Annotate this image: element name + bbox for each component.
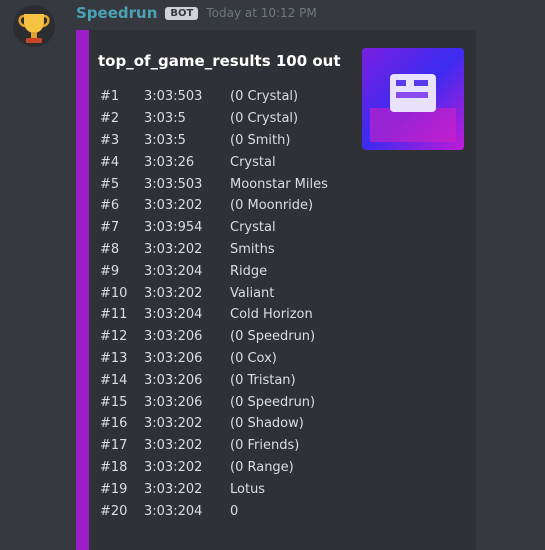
score-label: 3:03:206 [144,329,203,345]
message-header: Speedrun BOT Today at 10:12 PM [76,2,317,24]
score-label: 3:03:503 [144,89,203,105]
leaderboard-row: #14 3:03:206 (0 Tristan) [100,369,360,391]
leaderboard-row: #6 3:03:202 (0 Moonride) [100,195,360,217]
game-cover-icon [362,48,464,150]
rank-label: #17 [100,438,128,454]
leaderboard-row: #16 3:03:202 (0 Shadow) [100,413,360,435]
score-label: 3:03:503 [144,176,203,192]
player-name: (0 Speedrun) [230,394,316,410]
player-name: Valiant [230,285,275,301]
player-name: Ridge [230,263,268,279]
rank-label: #2 [100,111,120,127]
rank-label: #7 [100,220,120,236]
rank-label: #9 [100,263,120,279]
player-name: Moonstar Miles [230,176,328,192]
player-name: Lotus [230,481,266,497]
player-name: Cold Horizon [230,307,313,323]
leaderboard-row: #3 3:03:5 (0 Smith) [100,130,360,152]
embed-thumbnail[interactable] [362,48,464,150]
rank-label: #14 [100,372,128,388]
score-label: 3:03:954 [144,220,203,236]
embed: top_of_game_results 100 out #1 3:03:503 (0… [76,30,476,550]
rank-label: #13 [100,350,128,366]
score-label: 3:03:202 [144,481,203,497]
score-label: 3:03:202 [144,416,203,432]
timestamp: Today at 10:12 PM [206,6,317,20]
rank-label: #12 [100,329,128,345]
player-name: (0 Friends) [230,438,300,454]
player-name: (0 Crystal) [230,89,299,105]
score-label: 3:03:26 [144,154,195,170]
score-label: 3:03:5 [144,111,186,127]
player-name: 0 [230,503,239,519]
leaderboard-row: #20 3:03:204 0 [100,500,360,522]
leaderboard-row: #9 3:03:204 Ridge [100,260,360,282]
player-name: (0 Shadow) [230,416,304,432]
player-name: (0 Range) [230,459,294,475]
rank-label: #1 [100,89,120,105]
leaderboard-row: #18 3:03:202 (0 Range) [100,457,360,479]
leaderboard-row: #13 3:03:206 (0 Cox) [100,348,360,370]
leaderboard-row: #7 3:03:954 Crystal [100,217,360,239]
leaderboard-row: #1 3:03:503 (0 Crystal) [100,86,360,108]
embed-accent-bar [76,30,89,550]
leaderboard-list: #1 3:03:503 (0 Crystal) #2 3:03:5 (0 Crystal)… [100,86,360,522]
player-name: (0 Cox) [230,350,277,366]
leaderboard-row: #10 3:03:202 Valiant [100,282,360,304]
score-label: 3:03:204 [144,263,203,279]
score-label: 3:03:204 [144,307,203,323]
embed-title: top_of_game_results 100 out [98,52,341,70]
rank-label: #11 [100,307,128,323]
rank-label: #10 [100,285,128,301]
score-label: 3:03:206 [144,350,203,366]
player-name: Crystal [230,154,276,170]
bot-tag: BOT [165,6,199,20]
rank-label: #6 [100,198,120,214]
player-name: Smiths [230,241,275,257]
rank-label: #18 [100,459,128,475]
rank-label: #19 [100,481,128,497]
leaderboard-row: #11 3:03:204 Cold Horizon [100,304,360,326]
player-name: (0 Speedrun) [230,329,316,345]
leaderboard-row: #4 3:03:26 Crystal [100,151,360,173]
leaderboard-row: #17 3:03:202 (0 Friends) [100,435,360,457]
score-label: 3:03:204 [144,503,203,519]
score-label: 3:03:206 [144,372,203,388]
leaderboard-row: #15 3:03:206 (0 Speedrun) [100,391,360,413]
rank-label: #20 [100,503,128,519]
rank-label: #5 [100,176,120,192]
rank-label: #16 [100,416,128,432]
score-label: 3:03:5 [144,132,186,148]
rank-label: #4 [100,154,120,170]
avatar[interactable] [12,4,56,48]
score-label: 3:03:202 [144,438,203,454]
trophy-icon [13,5,55,47]
leaderboard-row: #19 3:03:202 Lotus [100,478,360,500]
player-name: (0 Smith) [230,132,291,148]
rank-label: #15 [100,394,128,410]
score-label: 3:03:202 [144,459,203,475]
leaderboard-row: #8 3:03:202 Smiths [100,239,360,261]
score-label: 3:03:202 [144,241,203,257]
username[interactable]: Speedrun [76,4,157,22]
score-label: 3:03:206 [144,394,203,410]
player-name: (0 Tristan) [230,372,296,388]
leaderboard-row: #5 3:03:503 Moonstar Miles [100,173,360,195]
player-name: (0 Crystal) [230,111,299,127]
leaderboard-row: #2 3:03:5 (0 Crystal) [100,108,360,130]
score-label: 3:03:202 [144,285,203,301]
score-label: 3:03:202 [144,198,203,214]
leaderboard-row: #12 3:03:206 (0 Speedrun) [100,326,360,348]
rank-label: #3 [100,132,120,148]
player-name: Crystal [230,220,276,236]
player-name: (0 Moonride) [230,198,314,214]
rank-label: #8 [100,241,120,257]
